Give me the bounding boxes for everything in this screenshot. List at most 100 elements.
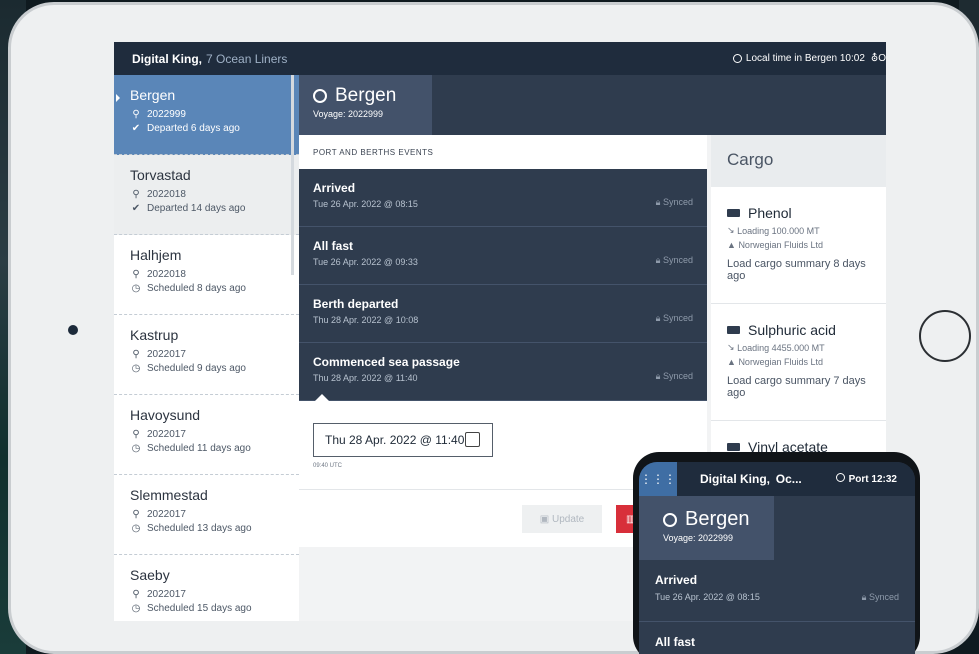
loading-text: Loading 100.000 MT (737, 225, 820, 236)
route-icon: ⚲ (132, 189, 140, 200)
event-date: Thu 28 Apr. 2022 @ 11:40 (313, 373, 418, 383)
lock-icon: 🔒︎ (861, 592, 867, 602)
company-icon: ▲ (727, 240, 736, 250)
voyage-number: 2022018 (147, 269, 186, 280)
ship-name: Digital King, (132, 51, 202, 66)
synced-badge: 🔒︎ Synced (862, 592, 899, 603)
event-item[interactable]: Commenced sea passage Thu 28 Apr. 2022 @… (299, 343, 707, 401)
local-time-text: Local time in Bergen 10:02 (745, 53, 865, 64)
event-title: All fast (655, 635, 696, 649)
event-title: Commenced sea passage (313, 355, 460, 369)
cargo-item[interactable]: Sulphuric acid ↘ Loading 4455.000 MT ▲ N… (711, 304, 886, 421)
arrow-down-right-icon: ↘ (727, 225, 735, 235)
voyage-label: Voyage: 2022999 (313, 109, 384, 119)
event-date: Tue 26 Apr. 2022 @ 08:15 (313, 199, 418, 209)
sidebar-item-slemmestad[interactable]: Slemmestad ⚲ 2022017 ◷ Scheduled 13 days a… (114, 475, 299, 555)
port-name: Torvastad (130, 167, 191, 183)
voyage-number: 2022017 (147, 509, 186, 520)
status-row: ◷ Scheduled 11 days ago (130, 443, 283, 454)
sidebar-item-torvastad[interactable]: Torvastad ⚲ 2022018 ✔ Departed 14 days ago (114, 155, 299, 235)
cargo-icon (727, 326, 740, 334)
fleet-link[interactable]: 7 Ocean Liners (206, 52, 287, 66)
phone-top-bar: ⋮⋮⋮ Digital King, Oc... Port 12:32 (639, 462, 915, 496)
phone-event-item[interactable]: All fast (639, 622, 915, 654)
sidebar-item-bergen[interactable]: Bergen ⚲ 2022999 ✔ Departed 6 days ago (114, 75, 299, 155)
port-name: Halhjem (130, 247, 182, 263)
date-input[interactable]: Thu 28 Apr. 2022 @ 11:40 (313, 423, 493, 457)
arrow-down-right-icon: ↘ (727, 342, 735, 352)
grid-menu-icon[interactable]: ⋮⋮⋮ (639, 462, 677, 496)
loading-row: ↘ Loading 4455.000 MT (727, 342, 870, 353)
event-date: Tue 26 Apr. 2022 @ 09:33 (313, 257, 418, 267)
event-item[interactable]: All fast Tue 26 Apr. 2022 @ 09:33 🔒︎ Syn… (299, 227, 707, 285)
synced-badge: 🔒︎ Synced (656, 313, 693, 324)
phone-event-item[interactable]: Arrived Tue 26 Apr. 2022 @ 08:15 🔒︎ Sync… (639, 560, 915, 622)
synced-text: Synced (662, 371, 693, 381)
clock-icon (732, 54, 742, 63)
top-bar: Digital King, 7 Ocean Liners Local time … (114, 42, 886, 75)
port-title: Bergen (313, 85, 418, 107)
lock-icon: 🔒︎ (655, 313, 661, 323)
update-label: Update (551, 513, 585, 525)
voyage-number: 2022017 (147, 429, 186, 440)
event-item[interactable]: Arrived Tue 26 Apr. 2022 @ 08:15 🔒︎ Sync… (299, 169, 707, 227)
home-button[interactable] (919, 310, 971, 362)
voyage-number: 2022017 (147, 349, 186, 360)
route-icon: ⚲ (132, 349, 140, 360)
cargo-heading: Cargo (711, 135, 886, 187)
clock-icon: ◷ (131, 363, 141, 374)
check-icon: ✔ (131, 203, 141, 214)
clock-icon: ◷ (131, 523, 141, 534)
voyage-row: ⚲ 2022018 (130, 189, 283, 200)
sidebar-item-halhjem[interactable]: Halhjem ⚲ 2022018 ◷ Scheduled 8 days ago (114, 235, 299, 315)
port-name: Slemmestad (130, 487, 208, 503)
status-text: Scheduled 15 days ago (147, 603, 252, 614)
cargo-name-text: Sulphuric acid (748, 322, 836, 338)
sidebar-item-havoysund[interactable]: Havoysund ⚲ 2022017 ◷ Scheduled 11 days ag… (114, 395, 299, 475)
camera-icon (68, 325, 78, 335)
company-icon: ▲ (727, 357, 736, 367)
local-time: Local time in Bergen 10:02 ⛢ O (732, 42, 886, 75)
status-text: Departed 6 days ago (147, 123, 240, 134)
cargo-item[interactable]: Phenol ↘ Loading 100.000 MT ▲ Norwegian … (711, 187, 886, 304)
voyage-row: ⚲ 2022017 (130, 509, 283, 520)
phone-port-time-text: Port 12:32 (848, 474, 897, 485)
phone-port-time: Port 12:32 (835, 473, 897, 485)
loading-row: ↘ Loading 100.000 MT (727, 225, 870, 236)
port-name: Havoysund (130, 407, 201, 423)
voyage-number: 2022999 (147, 109, 186, 120)
cargo-name: Phenol (727, 205, 870, 221)
port-sidebar: Bergen ⚲ 2022999 ✔ Departed 6 days ago Tor… (114, 75, 299, 621)
status-row: ◷ Scheduled 9 days ago (130, 363, 283, 374)
route-icon: ⚲ (132, 109, 140, 120)
voyage-row: ⚲ 2022017 (130, 349, 283, 360)
event-title: Berth departed (313, 297, 399, 311)
route-icon: ⚲ (132, 509, 140, 520)
clock-icon (835, 473, 845, 482)
globe-icon (663, 512, 677, 527)
company-text: Norwegian Fluids Ltd (738, 240, 823, 250)
sidebar-scrollbar[interactable] (291, 75, 294, 275)
phone-port-card: Bergen Voyage: 2022999 (639, 496, 774, 560)
phone-port-header: Bergen Voyage: 2022999 (639, 496, 915, 560)
calendar-icon[interactable] (465, 432, 480, 447)
update-button[interactable]: ▣ Update (522, 505, 602, 533)
synced-badge: 🔒︎ Synced (656, 197, 693, 208)
status-row: ◷ Scheduled 15 days ago (130, 603, 283, 614)
synced-text: Synced (868, 592, 899, 602)
sidebar-item-saeby[interactable]: Saeby ⚲ 2022017 ◷ Scheduled 15 days ago (114, 555, 299, 621)
voyage-row: ⚲ 2022018 (130, 269, 283, 280)
route-icon: ⚲ (132, 429, 140, 440)
synced-text: Synced (662, 197, 693, 207)
cargo-name: Sulphuric acid (727, 322, 870, 338)
event-item[interactable]: Berth departed Thu 28 Apr. 2022 @ 10:08 … (299, 285, 707, 343)
sidebar-item-kastrup[interactable]: Kastrup ⚲ 2022017 ◷ Scheduled 9 days ago (114, 315, 299, 395)
phone-port-title-text: Bergen (685, 508, 750, 530)
voyage-row: ⚲ 2022017 (130, 429, 283, 440)
synced-badge: 🔒︎ Synced (656, 371, 693, 382)
event-title: Arrived (655, 573, 698, 587)
clock-icon: ◷ (131, 603, 141, 614)
voyage-number: 2022017 (147, 589, 186, 600)
port-name: Bergen (130, 87, 176, 103)
cargo-name-text: Phenol (748, 205, 792, 221)
